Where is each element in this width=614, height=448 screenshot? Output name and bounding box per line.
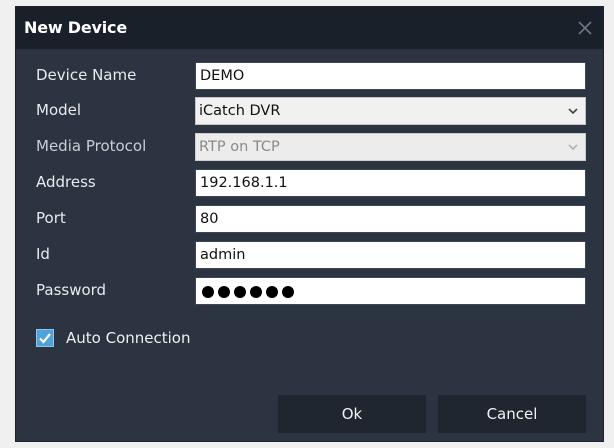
address-label: Address (36, 173, 96, 191)
checkmark-icon (39, 333, 51, 344)
password-mask-dot (282, 286, 294, 298)
auto-connection-label[interactable]: Auto Connection (66, 323, 190, 353)
media-protocol-select-value: RTP on TCP (199, 139, 280, 155)
model-label: Model (36, 101, 82, 119)
port-input[interactable]: 80 (195, 205, 586, 233)
password-mask-dot (234, 286, 246, 298)
password-mask-dot (250, 286, 262, 298)
auto-connection-checkbox[interactable] (36, 329, 54, 347)
model-select[interactable]: iCatch DVR (195, 97, 586, 125)
chevron-down-icon (568, 108, 578, 115)
port-label: Port (36, 209, 66, 227)
ok-button[interactable]: Ok (278, 395, 426, 433)
close-icon[interactable] (575, 18, 595, 38)
password-mask (202, 286, 294, 298)
address-input[interactable]: 192.168.1.1 (195, 169, 586, 197)
media-protocol-select: RTP on TCP (195, 133, 586, 161)
password-label: Password (36, 281, 107, 299)
id-input[interactable]: admin (195, 241, 586, 269)
cancel-button[interactable]: Cancel (438, 395, 586, 433)
dialog-title: New Device (24, 18, 127, 37)
id-label: Id (36, 245, 50, 263)
password-mask-dot (202, 286, 214, 298)
chevron-down-icon (568, 144, 578, 150)
password-mask-dot (266, 286, 278, 298)
password-mask-dot (218, 286, 230, 298)
media-protocol-label: Media Protocol (36, 137, 147, 155)
new-device-dialog: New Device Device Name DEMO Model iCatch… (15, 6, 604, 442)
dialog-titlebar: New Device (16, 7, 603, 49)
password-input[interactable] (195, 277, 586, 305)
device-name-label: Device Name (36, 66, 137, 84)
model-select-value: iCatch DVR (199, 103, 281, 119)
device-name-input[interactable]: DEMO (195, 62, 586, 90)
